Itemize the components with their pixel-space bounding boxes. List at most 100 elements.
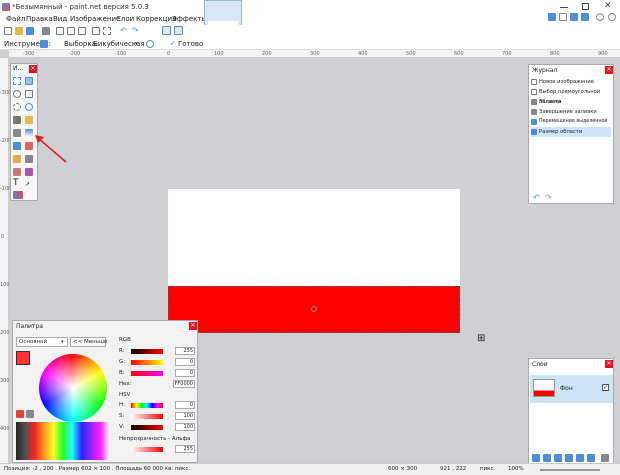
s-value-input[interactable]: 100 bbox=[175, 412, 195, 420]
history-item[interactable]: Перемещение выделенной области bbox=[531, 117, 611, 134]
crop-icon[interactable] bbox=[92, 27, 100, 35]
paint-bucket-icon[interactable] bbox=[13, 129, 21, 137]
duplicate-layer-icon[interactable] bbox=[554, 454, 562, 462]
opacity-slider[interactable] bbox=[131, 447, 163, 452]
undo-icon[interactable]: ↶ bbox=[120, 27, 128, 35]
clone-stamp-icon[interactable] bbox=[13, 168, 21, 176]
zoom-icon[interactable] bbox=[25, 103, 33, 111]
tools-close-button[interactable]: ✕ bbox=[29, 65, 37, 73]
colors-close-button[interactable]: ✕ bbox=[189, 322, 197, 330]
zoom-level[interactable]: 100% bbox=[508, 466, 524, 472]
pencil-icon[interactable] bbox=[13, 155, 21, 163]
tools-window-icon[interactable] bbox=[548, 13, 556, 21]
done-label[interactable]: Готово bbox=[178, 40, 203, 48]
layer-visibility-checkbox[interactable]: ✓ bbox=[602, 384, 609, 391]
history-item[interactable]: Выбор прямоугольной области bbox=[531, 87, 611, 105]
paintbrush-icon[interactable] bbox=[13, 142, 21, 150]
menu-view[interactable]: Вид bbox=[53, 15, 67, 23]
history-item[interactable]: Заливка bbox=[531, 97, 611, 107]
units-select[interactable]: пикс. bbox=[480, 466, 495, 472]
shapes-icon[interactable] bbox=[13, 191, 23, 199]
open-file-icon[interactable] bbox=[15, 27, 23, 35]
b-slider[interactable] bbox=[131, 371, 163, 376]
print-icon[interactable] bbox=[42, 27, 50, 35]
move-handle-icon[interactable] bbox=[311, 306, 317, 312]
eraser-icon[interactable] bbox=[25, 142, 33, 150]
less-button[interactable]: << Меньше bbox=[70, 337, 107, 347]
text-icon[interactable]: T bbox=[13, 179, 21, 188]
settings-icon[interactable] bbox=[596, 13, 604, 21]
layer-row[interactable]: Фон ✓ bbox=[530, 375, 613, 403]
palette-swap-icon[interactable] bbox=[26, 410, 34, 418]
history-item[interactable]: Новое изображение bbox=[531, 77, 611, 87]
hex-value-input[interactable]: FF0000 bbox=[173, 380, 195, 388]
menu-effects[interactable]: Эффекты bbox=[172, 15, 207, 23]
history-item-selected[interactable]: Размер области bbox=[531, 127, 611, 137]
history-redo-icon[interactable]: ↷ bbox=[545, 193, 552, 202]
s-slider[interactable] bbox=[131, 414, 163, 419]
window-close-button[interactable]: ✕ bbox=[604, 1, 612, 11]
v-value-input[interactable]: 100 bbox=[175, 423, 195, 431]
canvas-white-region[interactable] bbox=[168, 189, 460, 286]
history-item[interactable]: Завершение заливки bbox=[531, 107, 611, 117]
g-slider[interactable] bbox=[131, 360, 163, 365]
layers-close-button[interactable]: ✕ bbox=[605, 360, 613, 368]
primary-color-swatch[interactable] bbox=[16, 351, 30, 365]
pan-icon[interactable] bbox=[25, 116, 33, 124]
palette-menu-icon[interactable] bbox=[16, 410, 24, 418]
window-minimize-button[interactable] bbox=[560, 7, 568, 8]
color-mode-select[interactable]: Основной ▾ bbox=[16, 337, 68, 347]
colors-window-icon[interactable] bbox=[581, 13, 589, 21]
h-value-input[interactable]: 0 bbox=[175, 401, 195, 409]
menu-edit[interactable]: Правка bbox=[26, 15, 53, 23]
ellipse-select-icon[interactable] bbox=[13, 103, 21, 111]
magic-wand-icon[interactable] bbox=[13, 116, 21, 124]
opacity-value-input[interactable]: 255 bbox=[175, 445, 195, 453]
save-file-icon[interactable] bbox=[26, 27, 34, 35]
menu-image[interactable]: Изображение bbox=[70, 15, 120, 23]
layers-window-icon[interactable] bbox=[570, 13, 578, 21]
color-wheel[interactable] bbox=[39, 354, 107, 422]
g-value-input[interactable]: 0 bbox=[175, 358, 195, 366]
sampling-dropdown-icon[interactable]: ▾ bbox=[135, 41, 143, 49]
line-curve-icon[interactable]: ↗ bbox=[25, 181, 33, 189]
h-slider[interactable] bbox=[131, 403, 163, 408]
history-close-button[interactable]: ✕ bbox=[605, 66, 613, 74]
lasso-icon[interactable] bbox=[13, 90, 21, 98]
move-selection-icon[interactable] bbox=[25, 77, 33, 85]
delete-layer-icon[interactable] bbox=[543, 454, 551, 462]
move-layer-up-icon[interactable] bbox=[576, 454, 584, 462]
b-value-input[interactable]: 0 bbox=[175, 369, 195, 377]
color-palette-grid[interactable] bbox=[16, 422, 110, 460]
history-window-icon[interactable] bbox=[559, 13, 567, 21]
rectangle-select-icon[interactable] bbox=[13, 77, 21, 85]
recolor-icon[interactable] bbox=[25, 168, 33, 176]
history-undo-icon[interactable]: ↶ bbox=[533, 193, 540, 202]
color-picker-icon[interactable] bbox=[25, 155, 33, 163]
add-layer-icon[interactable] bbox=[532, 454, 540, 462]
r-slider[interactable] bbox=[131, 349, 163, 354]
r-value-input[interactable]: 255 bbox=[175, 347, 195, 355]
copy-icon[interactable] bbox=[67, 27, 75, 35]
grid-icon[interactable] bbox=[162, 26, 171, 35]
current-tool-icon[interactable] bbox=[40, 40, 48, 48]
v-slider[interactable] bbox=[131, 425, 163, 430]
cut-icon[interactable] bbox=[56, 27, 64, 35]
paste-icon[interactable] bbox=[78, 27, 86, 35]
menu-layers[interactable]: Слои bbox=[116, 15, 134, 23]
gradient-icon[interactable] bbox=[25, 129, 33, 137]
window-maximize-button[interactable] bbox=[582, 3, 589, 10]
layer-properties-icon[interactable] bbox=[601, 454, 609, 462]
antialias-icon[interactable] bbox=[146, 40, 154, 48]
ruler-icon[interactable] bbox=[174, 26, 183, 35]
menu-adjustments[interactable]: Коррекция bbox=[136, 15, 176, 23]
move-icon[interactable] bbox=[25, 90, 33, 98]
redo-icon[interactable]: ↷ bbox=[132, 27, 140, 35]
zoom-slider[interactable] bbox=[540, 469, 600, 471]
merge-layer-icon[interactable] bbox=[565, 454, 573, 462]
canvas-red-selection[interactable] bbox=[168, 286, 460, 333]
help-icon[interactable] bbox=[608, 13, 616, 21]
deselect-icon[interactable] bbox=[103, 27, 111, 35]
move-layer-down-icon[interactable] bbox=[587, 454, 595, 462]
new-file-icon[interactable] bbox=[4, 27, 12, 35]
